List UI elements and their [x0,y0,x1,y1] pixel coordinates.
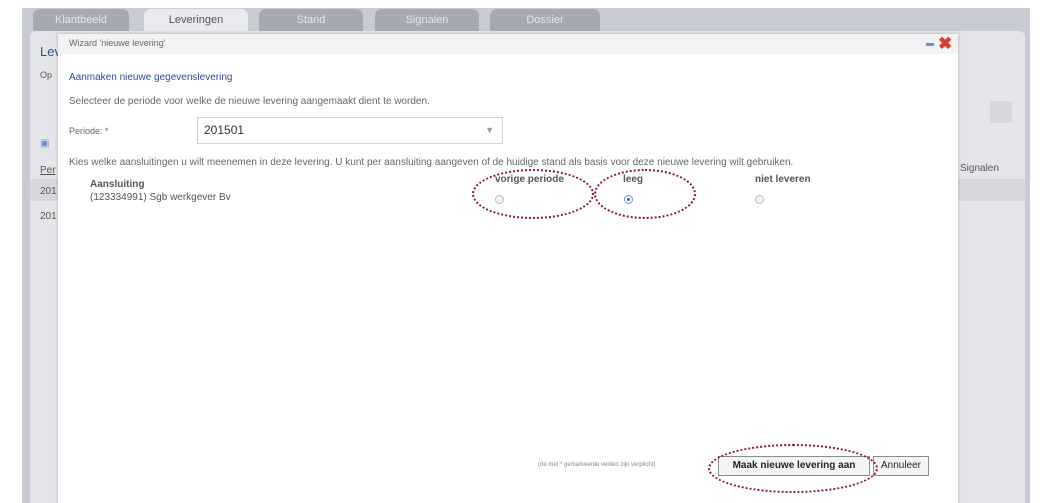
table-cell: 201 [40,211,57,222]
dialog-heading: Aanmaken nieuwe gegevenslevering [69,72,233,83]
table-cell: 201 [40,186,57,197]
column-header-signalen[interactable]: Signalen [960,163,999,174]
tab-signalen[interactable]: Signalen [375,9,479,31]
tab-klantbeeld[interactable]: Klantbeeld [33,9,129,31]
radio-vorige-periode[interactable] [495,195,504,204]
column-header-periode[interactable]: Per [40,165,56,176]
radio-leeg[interactable] [624,195,633,204]
connection-name: (123334991) Sgb werkgever Bv [90,192,231,203]
cancel-button[interactable]: Annuleer [873,456,929,476]
minimize-icon[interactable] [926,43,934,46]
chevron-down-icon: ▼ [485,125,494,135]
dialog-titlebar[interactable]: Wizard 'nieuwe levering' ✖ [58,34,958,54]
add-icon[interactable]: ▣ [40,138,49,149]
connections-instruction: Kies welke aansluitingen u wilt meenemen… [69,157,794,168]
column-niet-leveren: niet leveren [755,174,811,185]
create-delivery-button[interactable]: Maak nieuwe levering aan [718,456,870,476]
periode-value: 201501 [204,123,245,137]
new-delivery-wizard-dialog: Wizard 'nieuwe levering' ✖ Aanmaken nieu… [58,34,958,503]
dialog-title: Wizard 'nieuwe levering' [69,38,166,48]
highlight-oval [594,169,696,219]
column-leeg: leeg [623,174,644,185]
tab-stand[interactable]: Stand [259,9,363,31]
close-icon[interactable]: ✖ [938,35,952,52]
radio-niet-leveren[interactable] [755,195,764,204]
period-instruction: Selecteer de periode voor welke de nieuw… [69,96,430,107]
tab-leveringen[interactable]: Leveringen [144,9,248,31]
tab-dossier[interactable]: Dossier [490,9,600,31]
page-subtitle: Op [40,70,53,80]
filter-bar [990,101,1012,123]
periode-label: Periode: * [69,126,109,136]
periode-select[interactable]: 201501 ▼ [197,117,503,144]
column-vorige-periode: vorige periode [495,174,564,185]
required-fields-note: (de met * gemarkeerde velden zijn verpli… [538,462,656,468]
column-aansluiting: Aansluiting [90,179,145,190]
